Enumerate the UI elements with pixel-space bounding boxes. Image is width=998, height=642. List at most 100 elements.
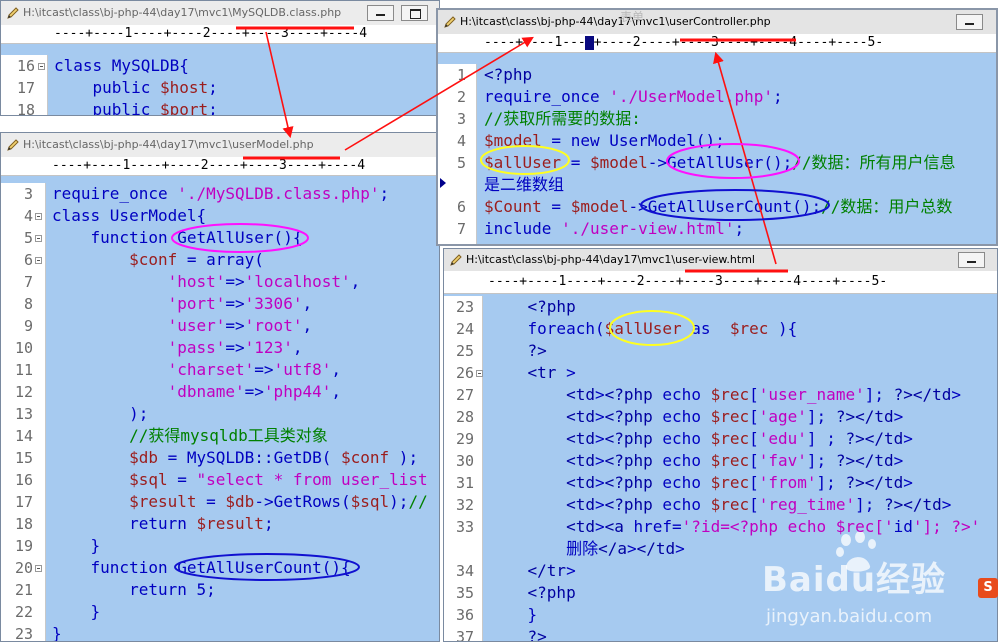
- line-number: 23: [455, 298, 474, 316]
- minimize-icon: [376, 9, 385, 16]
- code-line: 是二维数组: [484, 175, 565, 194]
- line-number: 18: [14, 515, 33, 533]
- code-line: class MySQLDB{: [54, 56, 189, 75]
- title-path: H:\itcast\class\bj-php-44\day17\mvc1\: [466, 253, 676, 266]
- line-number: 26: [455, 364, 474, 382]
- code-line: <td><?php echo $rec['reg_time']; ?></td>: [566, 495, 952, 514]
- code-line: $conf = array(: [129, 250, 264, 269]
- code-line: ?>: [527, 341, 547, 360]
- badge-icon: S: [978, 578, 998, 598]
- pen-icon: [450, 254, 462, 266]
- code-area[interactable]: <?php require_once './UserModel.php'; //获取…: [484, 64, 996, 244]
- watermark-brand: Baidu经验: [762, 560, 947, 600]
- column-ruler: ----+----1----+----2----+----3----+----4: [1, 25, 439, 44]
- line-number: 32: [455, 496, 474, 514]
- line-number: 23: [14, 625, 33, 642]
- fold-icon[interactable]: [35, 565, 42, 572]
- title-file: userModel.php: [232, 138, 314, 151]
- code-line: <?php: [484, 65, 533, 84]
- code-line: //获取所需要的数据:: [484, 109, 641, 128]
- code-line: function GetAllUser(){: [52, 228, 303, 247]
- column-ruler: ----+----1----+----2----+----3----+----4…: [438, 34, 996, 53]
- titlebar-controller[interactable]: H:\itcast\class\bj-php-44\day17\mvc1\use…: [438, 10, 996, 35]
- title-file: userController.php: [669, 15, 771, 28]
- line-number: 37: [455, 628, 474, 642]
- code-line: $db = MySQLDB::GetDB( $conf );: [129, 448, 419, 467]
- code-line: <td><?php echo $rec['fav']; ?></td>: [566, 451, 904, 470]
- code-line: 'port'=>'3306',: [167, 294, 313, 313]
- code-line: $result = $db->GetRows($sql);//: [129, 492, 428, 511]
- wrap-marker-icon: [440, 178, 446, 188]
- minimize-button[interactable]: [367, 5, 394, 21]
- line-gutter: 1 2 3 4 5 6 7: [438, 64, 477, 244]
- ruler-cursor: [585, 36, 594, 50]
- line-number: 27: [455, 386, 474, 404]
- fold-icon[interactable]: [35, 235, 42, 242]
- line-number: 5: [456, 154, 466, 172]
- code-line: }: [489, 605, 538, 624]
- fold-icon[interactable]: [38, 63, 45, 70]
- line-number: 17: [14, 493, 33, 511]
- line-number: 20: [14, 559, 33, 577]
- line-number: 21: [14, 581, 33, 599]
- minimize-icon: [967, 256, 976, 263]
- code-line: 'dbname'=>'php44',: [167, 382, 341, 401]
- line-number: 7: [456, 220, 466, 238]
- maximize-button[interactable]: [401, 5, 428, 21]
- code-area[interactable]: class MySQLDB{ public $host; public $por…: [54, 55, 439, 115]
- code-line: require_once './MySQLDB.class.php';: [52, 184, 390, 203]
- line-number: 3: [456, 110, 466, 128]
- line-number: 13: [14, 405, 33, 423]
- code-line: }: [52, 536, 101, 555]
- line-number: 31: [455, 474, 474, 492]
- watermark-url: jingyan.baidu.com: [766, 606, 933, 627]
- fold-icon[interactable]: [35, 213, 42, 220]
- minimize-icon: [965, 18, 974, 25]
- code-line: return 5;: [52, 580, 216, 599]
- line-number: 28: [455, 408, 474, 426]
- line-number: 3: [23, 185, 33, 203]
- line-number: 10: [14, 339, 33, 357]
- code-line: $sql = "select * from user_list: [129, 470, 428, 489]
- line-number: 34: [455, 562, 474, 580]
- code-line: );: [52, 404, 149, 423]
- code-line: $allUser = $model->GetAllUser();//数据：所有用…: [484, 153, 956, 172]
- line-number: 33: [455, 518, 474, 536]
- line-number: 4: [456, 132, 466, 150]
- titlebar-view[interactable]: H:\itcast\class\bj-php-44\day17\mvc1\use…: [444, 249, 997, 272]
- window-mysqldb: H:\itcast\class\bj-php-44\day17\mvc1\MyS…: [0, 0, 440, 116]
- code-line: <tr >: [527, 363, 576, 382]
- code-line: <?php: [527, 583, 576, 602]
- line-number: 6: [456, 198, 466, 216]
- pen-icon: [444, 16, 456, 28]
- code-line: <td><?php echo $rec['edu'] ; ?></td>: [566, 429, 913, 448]
- code-line: $model = new UserModel();: [484, 131, 725, 150]
- code-line: }: [52, 602, 101, 621]
- title-file: MySQLDB.class.php: [232, 6, 342, 19]
- line-number: 4: [23, 207, 33, 225]
- code-area[interactable]: require_once './MySQLDB.class.php'; class…: [52, 183, 439, 641]
- code-line: }: [52, 624, 62, 642]
- column-ruler: ----+----1----+----2----+----3----+----4: [1, 157, 439, 176]
- line-number: 30: [455, 452, 474, 470]
- code-line: //获得mysqldb工具类对象: [129, 426, 328, 445]
- line-number: 12: [14, 383, 33, 401]
- line-number: 9: [23, 317, 33, 335]
- code-line: 'pass'=>'123',: [167, 338, 303, 357]
- title-file: user-view.html: [675, 253, 755, 266]
- fold-icon[interactable]: [35, 257, 42, 264]
- titlebar-mysqldb[interactable]: H:\itcast\class\bj-php-44\day17\mvc1\MyS…: [1, 1, 439, 26]
- background-window-title: 表单: [620, 10, 645, 24]
- line-number: 35: [455, 584, 474, 602]
- title-path: H:\itcast\class\bj-php-44\day17\mvc1\: [23, 6, 233, 19]
- line-number: 36: [455, 606, 474, 624]
- minimize-button[interactable]: [956, 14, 983, 30]
- titlebar-usermodel[interactable]: H:\itcast\class\bj-php-44\day17\mvc1\use…: [1, 133, 439, 158]
- fold-icon[interactable]: [476, 370, 483, 377]
- line-number: 7: [23, 273, 33, 291]
- code-line: require_once './UserModel.php';: [484, 87, 783, 106]
- line-number: 15: [14, 449, 33, 467]
- baidu-watermark: Baidu经验 jingyan.baidu.com S: [762, 532, 998, 642]
- minimize-button[interactable]: [958, 252, 985, 268]
- code-line: 删除</a></td>: [489, 539, 685, 558]
